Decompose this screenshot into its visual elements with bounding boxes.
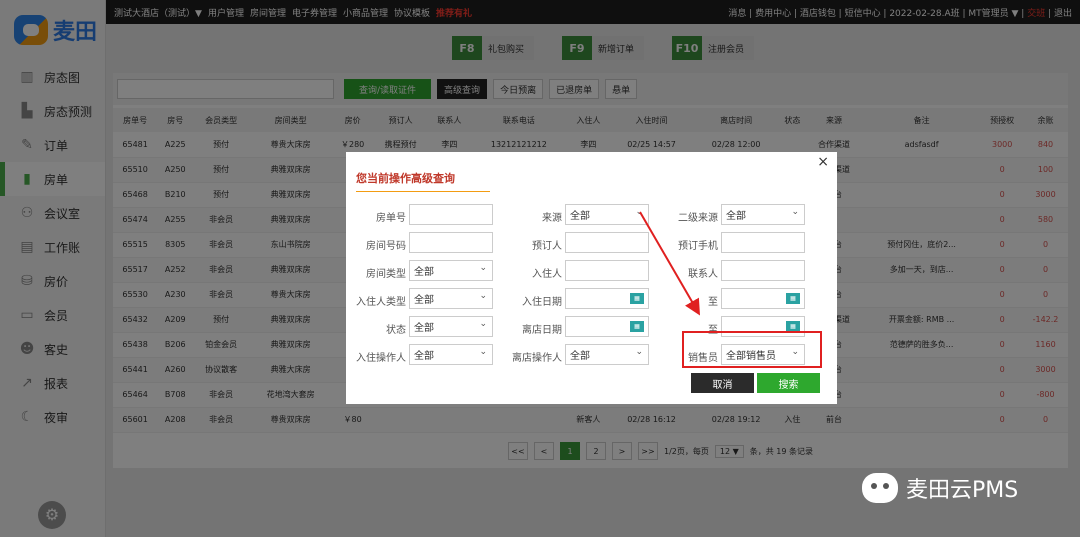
field-value: 全部	[570, 211, 590, 222]
dialog-title: 您当前操作高级查询	[356, 170, 490, 192]
field-label: 至	[708, 297, 718, 308]
contact-input[interactable]	[721, 260, 805, 281]
close-icon[interactable]: ×	[817, 154, 829, 170]
room-no-input[interactable]	[409, 232, 493, 253]
wechat-icon	[862, 473, 898, 503]
field-label: 联系人	[688, 269, 718, 280]
checkin-date-to-input[interactable]: ▦	[721, 288, 805, 309]
checkin-date-input[interactable]: ▦	[565, 288, 649, 309]
search-button[interactable]: 搜索	[757, 373, 820, 393]
field-label: 预订手机	[678, 241, 718, 252]
calendar-icon: ▦	[786, 293, 800, 304]
field-value: 全部	[726, 211, 746, 222]
guest-input[interactable]	[565, 260, 649, 281]
field-value: 全部	[414, 323, 434, 334]
checkin-type-select[interactable]: 全部 ⌄	[409, 288, 493, 309]
chevron-down-icon: ⌄	[479, 291, 487, 301]
checkout-date-input[interactable]: ▦	[565, 316, 649, 337]
checkin-operator-select[interactable]: 全部 ⌄	[409, 344, 493, 365]
chevron-down-icon: ⌄	[791, 207, 799, 217]
calendar-icon: ▦	[630, 321, 644, 332]
watermark-text: 麦田云PMS	[906, 478, 1019, 503]
field-label: 入住操作人	[356, 353, 406, 364]
cancel-button[interactable]: 取消	[691, 373, 754, 393]
field-value: 全部	[414, 267, 434, 278]
field-label: 入住日期	[522, 297, 562, 308]
room-bill-no-input[interactable]	[409, 204, 493, 225]
source2-select[interactable]: 全部 ⌄	[721, 204, 805, 225]
chevron-down-icon: ⌄	[635, 207, 643, 217]
chevron-down-icon: ⌄	[479, 347, 487, 357]
checkout-operator-select[interactable]: 全部 ⌄	[565, 344, 649, 365]
field-label: 房间号码	[366, 241, 406, 252]
chevron-down-icon: ⌄	[635, 347, 643, 357]
field-label: 来源	[542, 213, 562, 224]
watermark: 麦田云PMS	[862, 472, 1018, 504]
chevron-down-icon: ⌄	[479, 319, 487, 329]
booker-phone-input[interactable]	[721, 232, 805, 253]
field-label: 房单号	[376, 213, 406, 224]
field-label: 状态	[386, 325, 406, 336]
room-type-select[interactable]: 全部 ⌄	[409, 260, 493, 281]
field-label: 二级来源	[678, 213, 718, 224]
field-value: 全部	[414, 351, 434, 362]
field-value: 全部	[414, 295, 434, 306]
field-label: 预订人	[532, 241, 562, 252]
field-label: 入住人	[532, 269, 562, 280]
field-label: 离店操作人	[512, 353, 562, 364]
calendar-icon: ▦	[630, 293, 644, 304]
chevron-down-icon: ⌄	[479, 263, 487, 273]
salesperson-highlight	[682, 331, 822, 368]
booker-input[interactable]	[565, 232, 649, 253]
field-value: 全部	[570, 351, 590, 362]
status-select[interactable]: 全部 ⌄	[409, 316, 493, 337]
field-label: 离店日期	[522, 325, 562, 336]
field-label: 入住人类型	[356, 297, 406, 308]
source-select[interactable]: 全部 ⌄	[565, 204, 649, 225]
field-label: 房间类型	[366, 269, 406, 280]
